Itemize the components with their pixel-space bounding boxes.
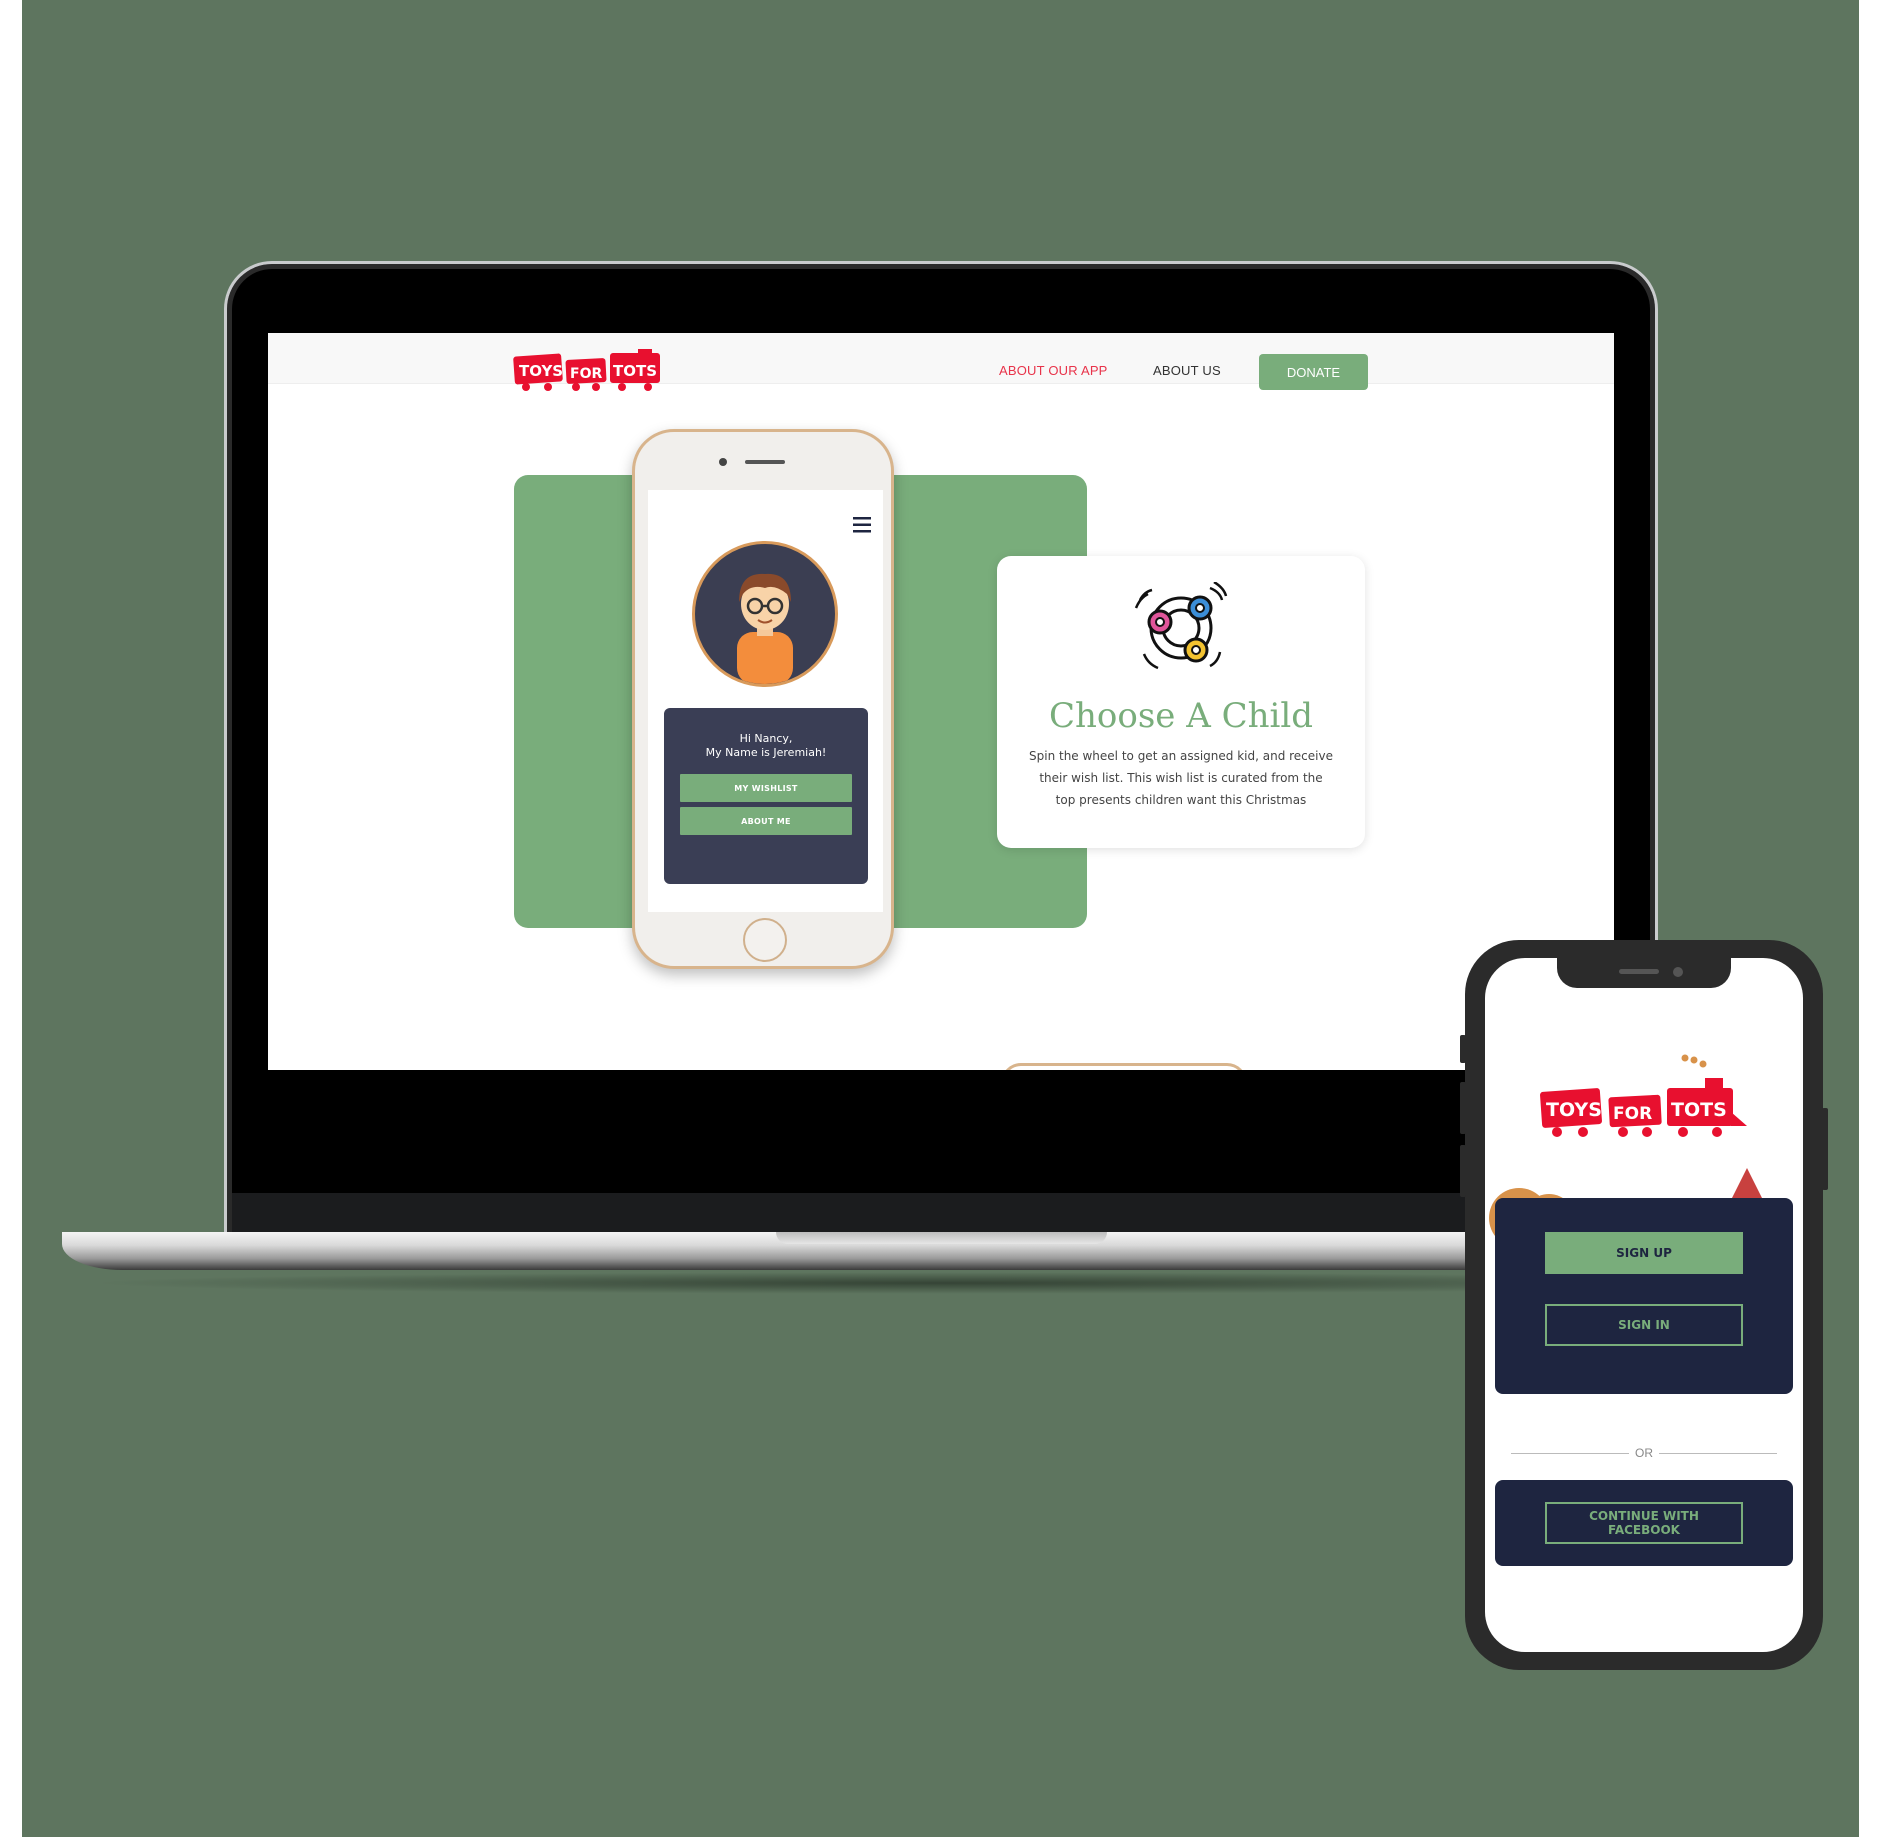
svg-text:TOTS: TOTS (613, 362, 657, 380)
my-wishlist-button[interactable]: MY WISHLIST (680, 774, 852, 802)
phone-screen: TOYS FOR TOTS SIGN UP SIGN IN OR CONTINU… (1485, 958, 1803, 1652)
volume-down-button (1460, 1145, 1466, 1197)
svg-text:FOR: FOR (1613, 1104, 1652, 1124)
svg-text:TOTS: TOTS (1671, 1099, 1727, 1121)
mute-switch (1460, 1035, 1466, 1063)
child-avatar (692, 541, 838, 687)
laptop-notch (776, 1232, 1107, 1244)
mockup-screen: Hi Nancy, My Name is Jeremiah! MY WISHLI… (648, 490, 883, 912)
phone-notch (1557, 958, 1731, 988)
site-navbar: TOYS FOR TOTS ABOUT OUR APP ABOUT US DON… (268, 333, 1614, 391)
sign-up-button[interactable]: SIGN UP (1545, 1232, 1743, 1274)
svg-text:TOYS: TOYS (1546, 1099, 1602, 1121)
donate-button[interactable]: DONATE (1259, 354, 1368, 390)
greeting-card: Hi Nancy, My Name is Jeremiah! MY WISHLI… (664, 708, 868, 884)
front-camera-icon (1673, 967, 1683, 977)
spinner-wheel-icon (1134, 582, 1228, 670)
next-section-device-peek (1001, 1063, 1247, 1070)
feature-title: Choose A Child (1048, 696, 1313, 736)
feature-card: Choose A Child Spin the wheel to get an … (997, 556, 1365, 848)
or-label: OR (1635, 1446, 1653, 1460)
svg-text:FOR: FOR (570, 366, 602, 382)
volume-up-button (1460, 1082, 1466, 1134)
or-divider: OR (1511, 1444, 1777, 1464)
continue-with-facebook-button[interactable]: CONTINUE WITH FACEBOOK (1545, 1502, 1743, 1544)
svg-text:TOYS: TOYS (519, 362, 563, 380)
auth-card: SIGN UP SIGN IN (1495, 1198, 1793, 1394)
speaker-grille (745, 460, 785, 464)
power-button (1822, 1108, 1828, 1190)
home-button[interactable] (743, 918, 787, 962)
toys-for-tots-logo: TOYS FOR TOTS (1540, 1054, 1747, 1137)
boy-avatar-icon (737, 573, 793, 684)
smartphone-mockup: TOYS FOR TOTS SIGN UP SIGN IN OR CONTINU… (1460, 940, 1828, 1670)
toys-for-tots-logo[interactable]: TOYS FOR TOTS (512, 349, 664, 393)
greeting-line-2: My Name is Jeremiah! (705, 746, 827, 759)
iphone-mockup: Hi Nancy, My Name is Jeremiah! MY WISHLI… (632, 429, 894, 969)
laptop-chin (232, 1193, 1652, 1233)
nav-about-our-app[interactable]: ABOUT OUR APP (999, 363, 1108, 378)
greeting-line-1: Hi Nancy, (739, 732, 793, 745)
hamburger-menu-icon[interactable] (852, 516, 872, 534)
feature-description: Spin the wheel to get an assigned kid, a… (1029, 749, 1333, 807)
about-me-button[interactable]: ABOUT ME (680, 807, 852, 835)
front-camera-icon (719, 458, 727, 466)
laptop-screen: TOYS FOR TOTS ABOUT OUR APP ABOUT US DON… (268, 333, 1614, 1070)
nav-about-us[interactable]: ABOUT US (1153, 363, 1221, 378)
social-login-card: CONTINUE WITH FACEBOOK (1495, 1480, 1793, 1566)
earpiece-speaker (1619, 969, 1659, 974)
sign-in-button[interactable]: SIGN IN (1545, 1304, 1743, 1346)
